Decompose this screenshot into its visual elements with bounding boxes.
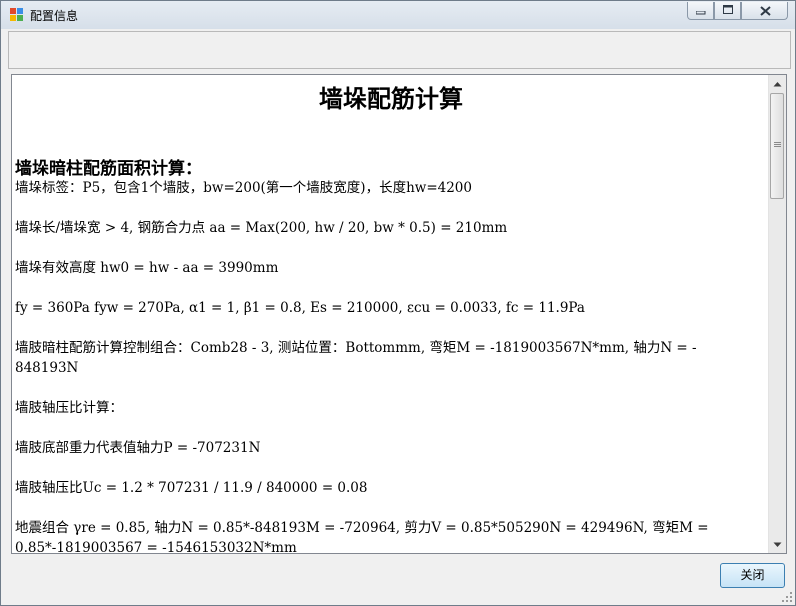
grip-line — [774, 142, 781, 143]
text-line: 墙肢底部重力代表值轴力P = -707231N — [15, 440, 261, 456]
window-title: 配置信息 — [30, 9, 79, 23]
text-line: 墙垛标签：P5，包含1个墙肢，bw=200(第一个墙肢宽度)，长度hw=4200 — [15, 180, 472, 196]
title-bar[interactable]: 配置信息 — [1, 1, 795, 29]
report-text-area[interactable]: 墙垛配筋计算 墙垛暗柱配筋面积计算： 墙垛标签：P5，包含1个墙肢，bw=200… — [11, 74, 787, 554]
grip-line — [774, 144, 781, 145]
text-line: 地震组合 γre = 0.85, 轴力N = 0.85*-848193M = -… — [15, 520, 709, 536]
maximize-button[interactable] — [714, 2, 741, 20]
minimize-button[interactable] — [687, 2, 714, 20]
text-line: 墙垛有效高度 hw0 = hw - aa = 3990mm — [15, 260, 279, 276]
text-line: 墙肢暗柱配筋计算控制组合：Comb28 - 3, 测站位置：Bottommm, … — [15, 340, 697, 356]
scroll-down-arrow-icon[interactable] — [773, 542, 782, 548]
close-button[interactable]: 关闭 — [720, 563, 785, 588]
resize-grip-icon[interactable] — [781, 591, 793, 603]
scrollbar-thumb[interactable] — [770, 93, 784, 199]
section-heading: 墙垛暗柱配筋面积计算： — [15, 159, 202, 179]
text-line: 墙肢轴压比计算： — [15, 400, 123, 416]
config-info-window: 配置信息 墙垛配筋计算 墙垛暗柱配筋面积计算： 墙垛标签：P5，包含1个墙肢，b… — [0, 0, 796, 606]
text-line: 墙肢轴压比Uc = 1.2 * 707231 / 11.9 / 840000 =… — [15, 480, 368, 496]
text-line: 848193N — [15, 360, 79, 376]
scroll-up-arrow-icon[interactable] — [773, 81, 782, 87]
text-line: 墙垛长/墙垛宽 > 4, 钢筋合力点 aa = Max(200, hw / 20… — [15, 220, 508, 236]
text-line: fy = 360Pa fyw = 270Pa, α1 = 1, β1 = 0.8… — [15, 300, 585, 316]
toolbar-panel — [8, 31, 791, 69]
vertical-scrollbar[interactable] — [768, 75, 786, 553]
minimize-icon — [696, 11, 706, 15]
close-icon — [760, 6, 771, 16]
close-window-button[interactable] — [741, 2, 788, 20]
grip-line — [774, 146, 781, 147]
maximize-icon — [723, 5, 733, 14]
document-title: 墙垛配筋计算 — [319, 84, 463, 113]
text-line: 0.85*-1819003567 = -1546153032N*mm — [15, 540, 297, 554]
app-icon — [10, 8, 23, 21]
